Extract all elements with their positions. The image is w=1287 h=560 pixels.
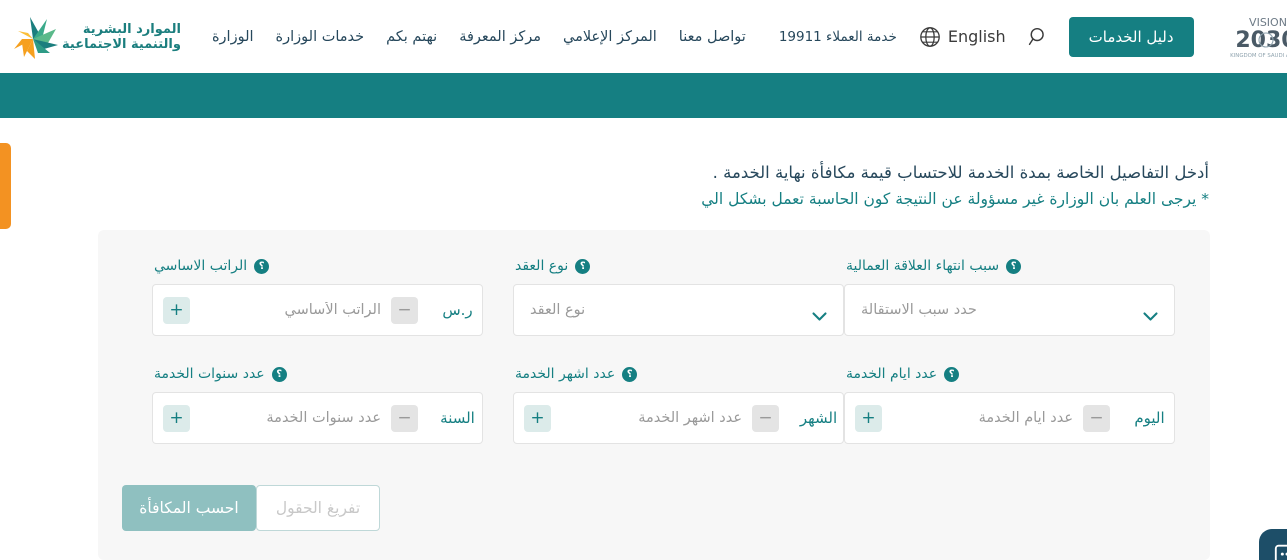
chat-bubble-icon	[1273, 541, 1287, 560]
page-root: الموارد البشرية والتنمية الاجتماعية الوز…	[0, 0, 1287, 560]
nav-item-ministry-services[interactable]: خدمات الوزارة	[265, 27, 376, 47]
service-days-increase-button[interactable]: +	[855, 404, 882, 432]
service-years-input[interactable]	[200, 410, 381, 426]
service-months-control: + − الشهر	[513, 392, 844, 444]
termination-reason-value: حدد سبب الاستقالة	[861, 302, 977, 318]
field-label-contract-type: نوع العقد ؟	[513, 258, 844, 274]
service-years-decrease-button[interactable]: −	[391, 404, 418, 432]
service-months-input[interactable]	[561, 410, 742, 426]
chevron-down-icon	[812, 306, 827, 321]
service-months-decrease-button[interactable]: −	[752, 404, 779, 432]
label-text: الراتب الاساسي	[154, 258, 248, 274]
customer-service-link[interactable]: خدمة العملاء 19911	[779, 29, 897, 45]
basic-salary-input[interactable]	[200, 302, 381, 318]
ministry-brand[interactable]: الموارد البشرية والتنمية الاجتماعية	[0, 13, 187, 61]
chat-widget-button[interactable]	[1259, 529, 1287, 560]
help-icon[interactable]: ؟	[271, 366, 287, 382]
service-days-unit: اليوم	[1120, 393, 1174, 443]
form-row-1: الراتب الاساسي ؟ + − ر.س نوع العقد ؟	[98, 230, 1210, 336]
site-header: الموارد البشرية والتنمية الاجتماعية الوز…	[0, 0, 1287, 73]
ministry-logo-icon	[0, 13, 62, 61]
nav-item-knowledge-center[interactable]: مركز المعرفة	[448, 27, 552, 47]
language-switcher[interactable]: English	[919, 26, 1006, 48]
label-text: عدد اشهر الخدمة	[515, 366, 616, 382]
field-service-days: عدد ايام الخدمة ؟ + − اليوم	[844, 366, 1175, 444]
service-years-control: + − السنة	[152, 392, 483, 444]
termination-reason-select[interactable]: حدد سبب الاستقالة	[844, 284, 1175, 336]
contract-type-value: نوع العقد	[530, 302, 586, 318]
clear-fields-button[interactable]: تفريغ الحقول	[256, 485, 380, 531]
field-service-years: عدد سنوات الخدمة ؟ + − السنة	[152, 366, 483, 444]
svg-text:2030: 2030	[1235, 28, 1287, 53]
contract-type-select[interactable]: نوع العقد	[513, 284, 844, 336]
service-days-decrease-button[interactable]: −	[1083, 404, 1110, 432]
field-basic-salary: الراتب الاساسي ؟ + − ر.س	[152, 258, 483, 336]
field-termination-reason: سبب انتهاء العلاقة العمالية ؟ حدد سبب ال…	[844, 258, 1175, 336]
brand-line-2: والتنمية الاجتماعية	[62, 36, 181, 52]
label-text: سبب انتهاء العلاقة العمالية	[846, 258, 1000, 274]
field-label-service-months: عدد اشهر الخدمة ؟	[513, 366, 844, 382]
basic-salary-decrease-button[interactable]: −	[391, 296, 418, 324]
nav-item-contact-us[interactable]: تواصل معنا	[668, 27, 757, 47]
service-months-unit: الشهر	[789, 393, 843, 443]
form-actions: احسب المكافأة تفريغ الحقول	[98, 485, 1210, 531]
service-days-control: + − اليوم	[844, 392, 1175, 444]
field-label-service-years: عدد سنوات الخدمة ؟	[152, 366, 483, 382]
service-days-input[interactable]	[892, 410, 1073, 426]
field-label-basic-salary: الراتب الاساسي ؟	[152, 258, 483, 274]
field-label-service-days: عدد ايام الخدمة ؟	[844, 366, 1175, 382]
basic-salary-unit: ر.س	[428, 285, 482, 335]
basic-salary-control: + − ر.س	[152, 284, 483, 336]
service-years-unit: السنة	[428, 393, 482, 443]
service-months-stepper: + −	[514, 393, 789, 443]
language-label: English	[947, 27, 1006, 46]
main-navigation: الوزارة خدمات الوزارة نهتم بكم مركز المع…	[201, 27, 757, 47]
vision-2030-logo: VISION 2030 KINGDOM OF SAUDI ARABIA	[1216, 11, 1287, 63]
intro-text: أدخل التفاصيل الخاصة بمدة الخدمة للاحتسا…	[74, 160, 1209, 212]
ministry-brand-text: الموارد البشرية والتنمية الاجتماعية	[62, 22, 181, 52]
brand-line-1: الموارد البشرية	[82, 21, 181, 37]
page-title: أدخل التفاصيل الخاصة بمدة الخدمة للاحتسا…	[712, 163, 1209, 182]
nav-item-we-care[interactable]: نهتم بكم	[375, 27, 448, 47]
services-guide-button[interactable]: دليل الخدمات	[1068, 16, 1194, 57]
label-text: نوع العقد	[515, 258, 569, 274]
page-banner	[0, 73, 1287, 118]
service-years-stepper: + −	[153, 393, 428, 443]
field-contract-type: نوع العقد ؟ نوع العقد	[513, 258, 844, 336]
basic-salary-stepper: + −	[153, 285, 428, 335]
search-icon[interactable]	[1028, 26, 1049, 47]
nav-item-media-center[interactable]: المركز الإعلامي	[552, 27, 668, 47]
disclaimer-note: * يرجى العلم بان الوزارة غير مسؤولة عن ا…	[701, 190, 1209, 208]
help-icon[interactable]: ؟	[944, 366, 960, 382]
svg-text:KINGDOM OF SAUDI ARABIA: KINGDOM OF SAUDI ARABIA	[1230, 53, 1287, 59]
field-service-months: عدد اشهر الخدمة ؟ + − الشهر	[513, 366, 844, 444]
feedback-side-tab[interactable]	[0, 143, 11, 229]
help-icon[interactable]: ؟	[575, 258, 591, 274]
service-years-increase-button[interactable]: +	[163, 404, 190, 432]
label-text: عدد ايام الخدمة	[846, 366, 938, 382]
calculator-form-panel: الراتب الاساسي ؟ + − ر.س نوع العقد ؟	[98, 230, 1210, 560]
help-icon[interactable]: ؟	[254, 258, 270, 274]
globe-icon	[919, 26, 941, 48]
form-row-2: عدد سنوات الخدمة ؟ + − السنة عدد اشهر ال…	[98, 336, 1210, 444]
label-text: عدد سنوات الخدمة	[154, 366, 265, 382]
service-months-increase-button[interactable]: +	[524, 404, 551, 432]
help-icon[interactable]: ؟	[1006, 258, 1022, 274]
basic-salary-increase-button[interactable]: +	[163, 296, 190, 324]
calculate-button[interactable]: احسب المكافأة	[122, 485, 256, 531]
field-label-termination-reason: سبب انتهاء العلاقة العمالية ؟	[844, 258, 1175, 274]
nav-item-ministry[interactable]: الوزارة	[201, 27, 265, 47]
service-days-stepper: + −	[845, 393, 1120, 443]
chevron-down-icon	[1143, 306, 1158, 321]
help-icon[interactable]: ؟	[622, 366, 638, 382]
